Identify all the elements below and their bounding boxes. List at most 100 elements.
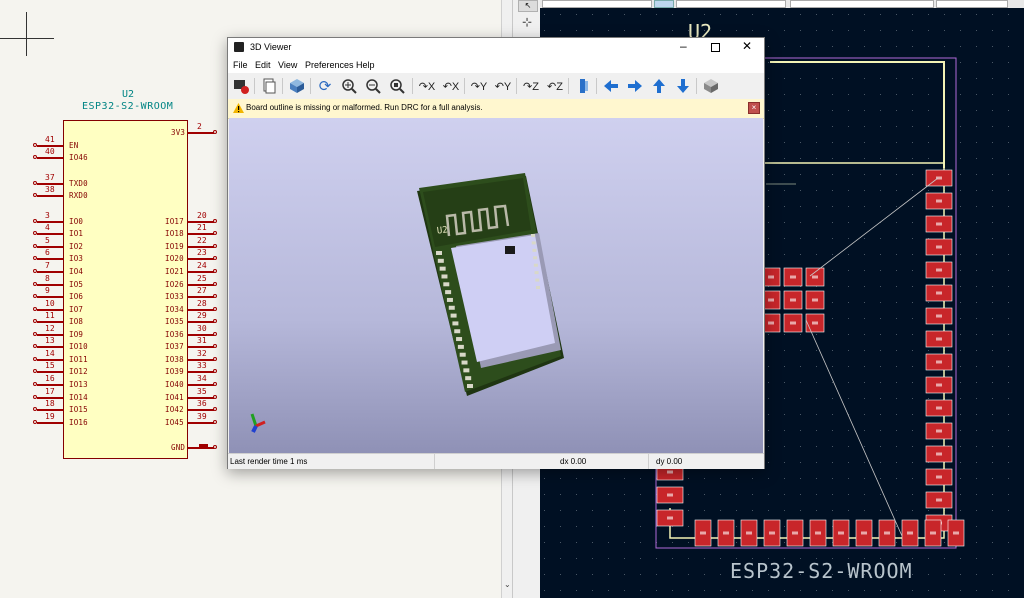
maximize-icon[interactable] [711, 43, 720, 52]
pin-endpoint[interactable] [213, 319, 217, 323]
export-image-icon[interactable] [232, 77, 250, 95]
grid-dot [848, 46, 849, 47]
move-up-icon[interactable] [650, 77, 668, 95]
rotate-x-cw-icon[interactable]: ↷X [418, 77, 436, 95]
pin-endpoint[interactable] [213, 130, 217, 134]
pin-endpoint[interactable] [213, 282, 217, 286]
grid-dot [672, 14, 673, 15]
pin-endpoint[interactable] [213, 357, 217, 361]
pin-endpoint[interactable] [213, 445, 217, 449]
menu-help[interactable]: Help [356, 60, 375, 70]
grid-dot [848, 478, 849, 479]
grid-dot [800, 190, 801, 191]
grid-dot [1008, 158, 1009, 159]
viewer-window[interactable]: 3D Viewer – ✕ File Edit View Preferences… [227, 37, 765, 469]
grid-dot [992, 366, 993, 367]
grid-dot [784, 14, 785, 15]
pin-endpoint[interactable] [213, 269, 217, 273]
pin-name: IO3 [69, 254, 84, 263]
menu-view[interactable]: View [278, 60, 297, 70]
grid-dot [992, 398, 993, 399]
pin-endpoint[interactable] [213, 294, 217, 298]
track-width-select[interactable] [542, 0, 652, 8]
grid-dot [768, 414, 769, 415]
grid-dot [800, 254, 801, 255]
move-down-icon[interactable] [674, 77, 692, 95]
dismiss-warning-icon[interactable]: × [748, 102, 760, 114]
render-options-icon[interactable] [288, 77, 306, 95]
move-left-icon[interactable] [602, 77, 620, 95]
grid-dot [880, 398, 881, 399]
pad-label [667, 470, 673, 474]
rotate-y-ccw-icon[interactable]: ↶Y [494, 77, 512, 95]
pad-label [936, 314, 942, 318]
zoom-out-icon[interactable] [364, 77, 382, 95]
grid-dot [768, 110, 769, 111]
pin-endpoint[interactable] [213, 256, 217, 260]
grid-dot [736, 494, 737, 495]
rotate-z-cw-icon[interactable]: ↷Z [522, 77, 540, 95]
grid-dot [800, 110, 801, 111]
pad-label [936, 452, 942, 456]
zoom-fit-icon[interactable] [388, 77, 406, 95]
grid-dot [816, 382, 817, 383]
move-right-icon[interactable] [626, 77, 644, 95]
zoom-in-icon[interactable] [340, 77, 358, 95]
flip-board-icon[interactable] [574, 77, 592, 95]
grid-dot [768, 14, 769, 15]
grid-select[interactable] [790, 0, 934, 8]
pin-endpoint[interactable] [213, 395, 217, 399]
pin-endpoint[interactable] [213, 407, 217, 411]
grid-dot [880, 238, 881, 239]
grid-dot [624, 30, 625, 31]
zoom-select[interactable] [936, 0, 1008, 8]
grid-dot [992, 462, 993, 463]
grid-dot [976, 174, 977, 175]
pin-endpoint[interactable] [213, 332, 217, 336]
pad-label [790, 298, 796, 302]
grid-dot [832, 350, 833, 351]
minimize-icon[interactable]: – [680, 39, 687, 53]
grid-dot [896, 382, 897, 383]
grid-dot [976, 462, 977, 463]
grid-dot [1008, 286, 1009, 287]
grid-dot [928, 14, 929, 15]
grid-dot [960, 574, 961, 575]
pin-endpoint[interactable] [213, 369, 217, 373]
3d-render-canvas[interactable]: U2 [229, 118, 763, 453]
rotate-x-ccw-icon[interactable]: ↶X [442, 77, 460, 95]
grid-dot [880, 94, 881, 95]
menu-file[interactable]: File [233, 60, 248, 70]
pin-endpoint[interactable] [213, 382, 217, 386]
via-size-select[interactable] [676, 0, 786, 8]
select-tool-icon[interactable]: ↖ [518, 0, 538, 12]
grid-dot [896, 46, 897, 47]
sync-icon[interactable] [654, 0, 674, 8]
grid-dot [1008, 222, 1009, 223]
pin-number: 2 [197, 122, 202, 131]
pin-endpoint[interactable] [213, 219, 217, 223]
viewer-titlebar[interactable]: 3D Viewer – ✕ [228, 38, 764, 58]
rotate-z-ccw-icon[interactable]: ↶Z [546, 77, 564, 95]
grid-dot [992, 478, 993, 479]
rotate-y-cw-icon[interactable]: ↷Y [470, 77, 488, 95]
scroll-down-icon[interactable]: ⌄ [504, 580, 511, 589]
reload-icon[interactable]: ⟳ [316, 77, 334, 95]
orthographic-toggle-icon[interactable] [702, 77, 720, 95]
grid-dot [1008, 510, 1009, 511]
menu-edit[interactable]: Edit [255, 60, 271, 70]
pin-line [37, 195, 63, 197]
copy-clipboard-icon[interactable] [260, 77, 278, 95]
pin-endpoint[interactable] [213, 420, 217, 424]
pin-endpoint[interactable] [213, 307, 217, 311]
pin-name: IO7 [69, 305, 84, 314]
pin-endpoint[interactable] [213, 231, 217, 235]
grid-dot [928, 94, 929, 95]
pin-endpoint[interactable] [213, 244, 217, 248]
local-ratsnest-icon[interactable]: ⊹ [518, 15, 536, 33]
pin-endpoint[interactable] [213, 344, 217, 348]
menu-preferences[interactable]: Preferences [305, 60, 354, 70]
close-icon[interactable]: ✕ [742, 39, 752, 53]
pin-line [188, 422, 214, 424]
grid-dot [784, 174, 785, 175]
